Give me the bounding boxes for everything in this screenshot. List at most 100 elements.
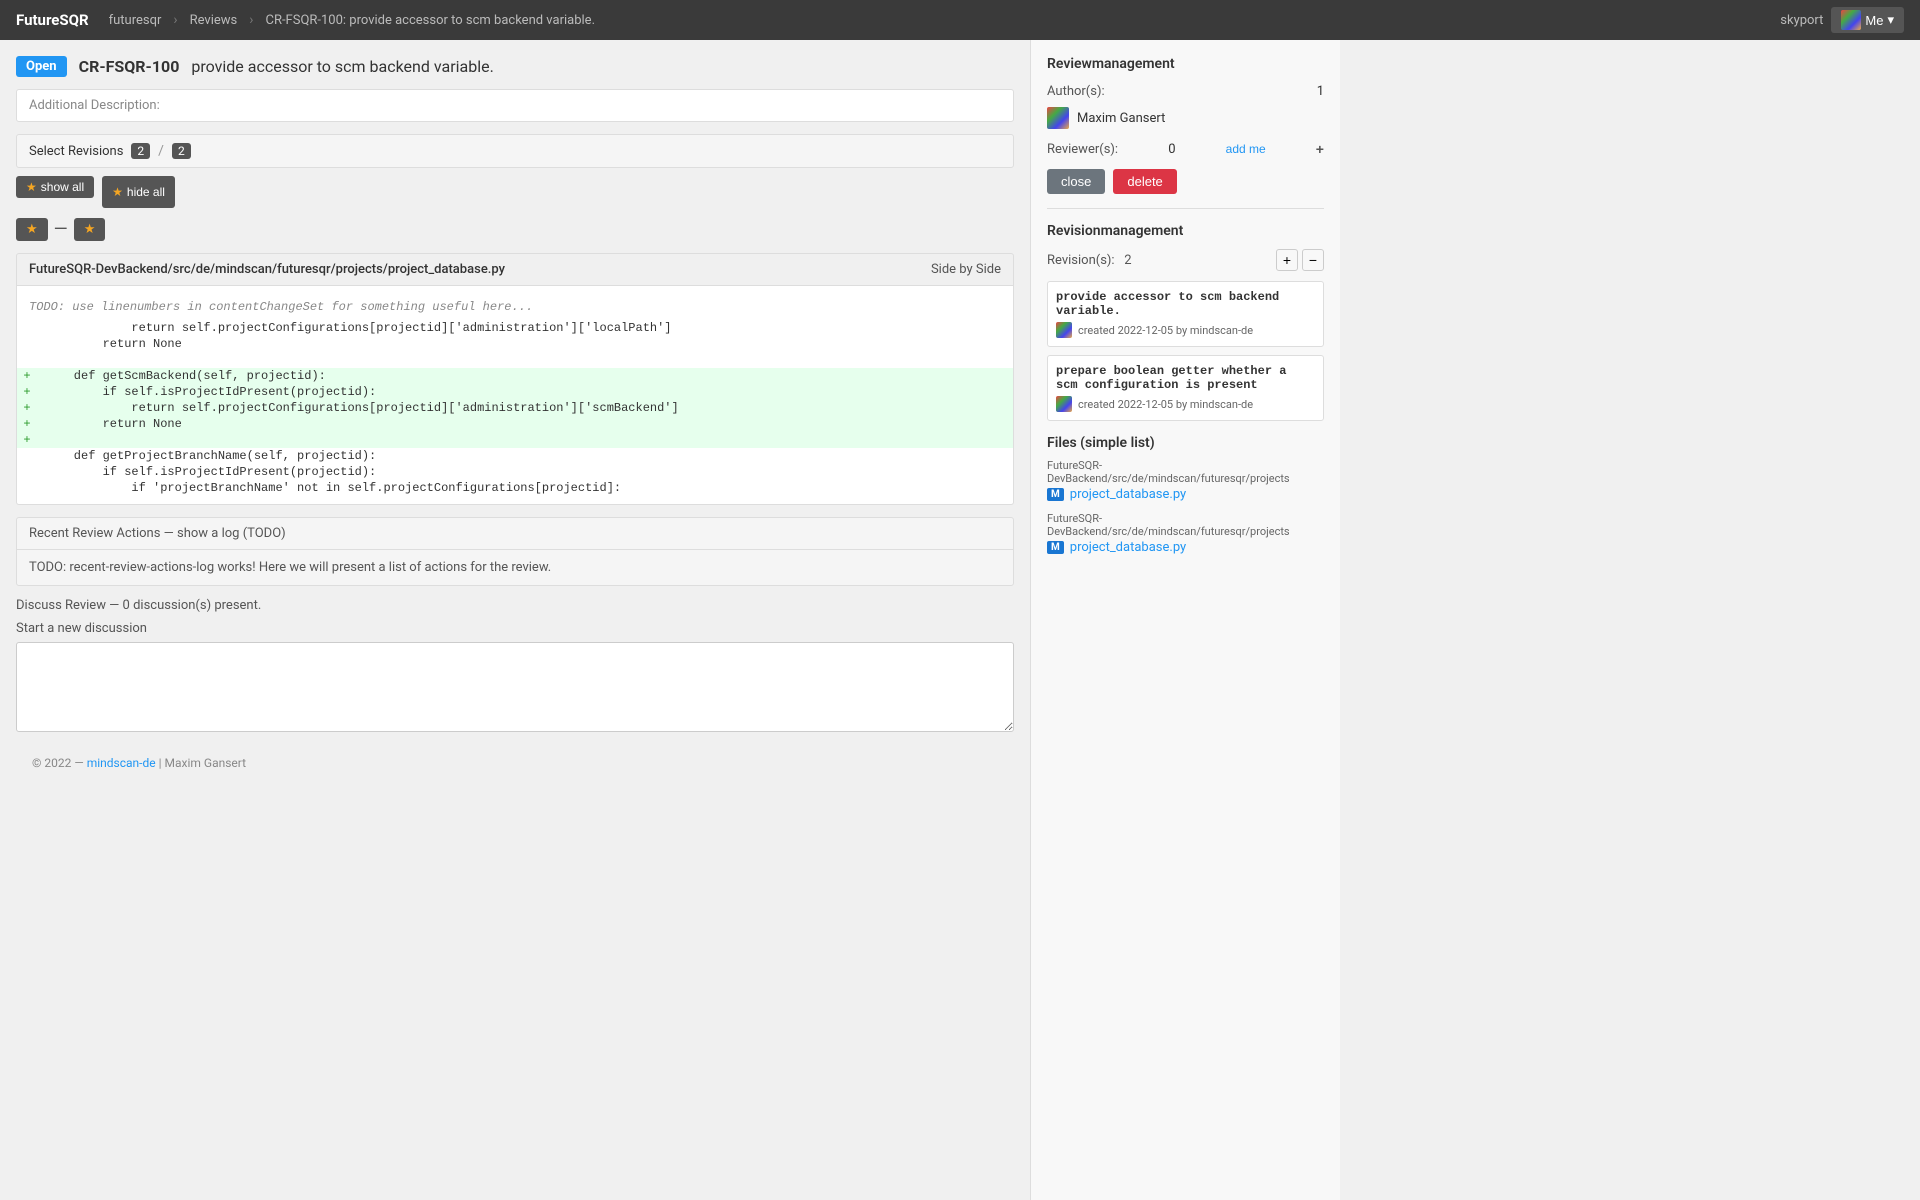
revision-2-avatar-icon [1056, 396, 1072, 412]
revisions-header-row: Revision(s): 2 + − [1047, 249, 1324, 271]
authors-row: Author(s): 1 [1047, 84, 1324, 99]
revision-chip-1[interactable]: ★ [16, 218, 48, 241]
navbar-link-home[interactable]: futuresqr [109, 13, 162, 28]
revision-2-meta: created 2022-12-05 by mindscan-de [1056, 396, 1315, 412]
author-name: Maxim Gansert [1077, 111, 1165, 126]
file-2-name[interactable]: M project_database.py [1047, 540, 1324, 555]
reviewmanagement-section: Reviewmanagement Author(s): 1 Maxim Gans… [1047, 56, 1324, 194]
revision-chips: ★ — ★ [16, 218, 1014, 241]
revision-1-meta: created 2022-12-05 by mindscan-de [1056, 322, 1315, 338]
file-item-2: FutureSQR-DevBackend/src/de/mindscan/fut… [1047, 512, 1324, 555]
author-avatar-icon [1047, 107, 1069, 129]
code-line [17, 352, 1013, 368]
recent-actions-body: TODO: recent-review-actions-log works! H… [17, 550, 1013, 585]
recent-actions-section: Recent Review Actions — show a log (TODO… [16, 517, 1014, 586]
add-me-button[interactable]: add me [1226, 142, 1266, 156]
add-revision-button[interactable]: + [1276, 249, 1298, 271]
footer-author: | Maxim Gansert [159, 756, 246, 770]
sidebar: Reviewmanagement Author(s): 1 Maxim Gans… [1030, 40, 1340, 1200]
close-button[interactable]: close [1047, 169, 1105, 194]
revision-1-avatar-icon [1056, 322, 1072, 338]
authors-count: 1 [1317, 84, 1324, 99]
reviewers-row: Reviewer(s): 0 add me + [1047, 141, 1324, 157]
main-layout: Open CR-FSQR-100 provide accessor to scm… [0, 40, 1920, 1200]
add-reviewer-button[interactable]: + [1316, 141, 1324, 157]
navbar-user: skyport [1780, 13, 1823, 28]
footer-copyright: © 2022 — [32, 756, 84, 770]
discuss-textarea[interactable] [16, 642, 1014, 732]
file-1-path: FutureSQR-DevBackend/src/de/mindscan/fut… [1047, 459, 1324, 485]
star-icon-2: ★ [112, 185, 123, 199]
discuss-section: Discuss Review — 0 discussion(s) present… [16, 598, 1014, 736]
additional-description: Additional Description: [16, 89, 1014, 122]
file-diff-container: FutureSQR-DevBackend/src/de/mindscan/fut… [16, 253, 1014, 505]
file-1-name[interactable]: M project_database.py [1047, 487, 1324, 502]
reviewmanagement-title: Reviewmanagement [1047, 56, 1324, 72]
file-1-type-badge: M [1047, 488, 1064, 501]
navbar-brand[interactable]: FutureSQR [16, 11, 89, 29]
revisions-total-badge: 2 [172, 143, 191, 159]
code-line: return self.projectConfigurations[projec… [17, 320, 1013, 336]
authors-label: Author(s): [1047, 84, 1105, 99]
sidebar-divider [1047, 208, 1324, 209]
star-icon: ★ [26, 180, 37, 194]
discuss-new-label: Start a new discussion [16, 621, 1014, 636]
revision-add-remove-buttons: + − [1276, 249, 1324, 271]
revision-dash: — [54, 219, 68, 240]
delete-button[interactable]: delete [1113, 169, 1176, 194]
select-revisions-bar: Select Revisions 2 / 2 [16, 134, 1014, 168]
chip-star-icon-1: ★ [26, 222, 38, 237]
revision-chip-2[interactable]: ★ [74, 218, 106, 241]
remove-revision-button[interactable]: − [1302, 249, 1324, 271]
me-button[interactable]: Me ▾ [1831, 7, 1904, 33]
navbar: FutureSQR futuresqr › Reviews › CR-FSQR-… [0, 0, 1920, 40]
author-row: Maxim Gansert [1047, 107, 1324, 129]
recent-actions-header: Recent Review Actions — show a log (TODO… [17, 518, 1013, 550]
discuss-header: Discuss Review — 0 discussion(s) present… [16, 598, 1014, 613]
content-area: Open CR-FSQR-100 provide accessor to scm… [0, 40, 1030, 1200]
revisionmanagement-title: Revisionmanagement [1047, 223, 1324, 239]
revisions-sep: / [158, 143, 164, 159]
navbar-link-cr[interactable]: CR-FSQR-100: provide accessor to scm bac… [265, 13, 595, 28]
code-line: return None [17, 336, 1013, 352]
status-badge: Open [16, 56, 67, 77]
files-title: Files (simple list) [1047, 435, 1324, 451]
review-header: Open CR-FSQR-100 provide accessor to scm… [16, 56, 1014, 77]
review-id: CR-FSQR-100 [79, 57, 180, 76]
revision-item-2: prepare boolean getter whether a scm con… [1047, 355, 1324, 421]
revisions-label: Revision(s): 2 [1047, 253, 1132, 268]
code-line-added: + if self.isProjectIdPresent(projectid): [17, 384, 1013, 400]
navbar-link-reviews[interactable]: Reviews [190, 13, 238, 28]
code-line: if 'projectBranchName' not in self.proje… [17, 480, 1013, 496]
code-line-added: + return None [17, 416, 1013, 432]
navbar-right: skyport Me ▾ [1780, 7, 1904, 33]
show-all-label: show all [41, 180, 84, 194]
show-all-button[interactable]: ★ show all [16, 176, 94, 198]
file-header: FutureSQR-DevBackend/src/de/mindscan/fut… [16, 253, 1014, 286]
additional-desc-label: Additional Description: [29, 98, 160, 113]
revisionmanagement-section: Revisionmanagement Revision(s): 2 + − pr… [1047, 223, 1324, 421]
page-footer: © 2022 — mindscan-de | Maxim Gansert [16, 748, 1014, 778]
revision-toggle-buttons: ★ show all ★ hide all [16, 176, 1014, 208]
code-line: def getProjectBranchName(self, projectid… [17, 448, 1013, 464]
side-by-side-link[interactable]: Side by Side [931, 262, 1001, 277]
chip-star-icon-2: ★ [84, 222, 96, 237]
code-block: TODO: use linenumbers in contentChangeSe… [16, 286, 1014, 505]
revisions-count-badge: 2 [131, 143, 150, 159]
revision-item-1: provide accessor to scm backend variable… [1047, 281, 1324, 347]
dropdown-arrow-icon: ▾ [1887, 12, 1894, 28]
file-2-path: FutureSQR-DevBackend/src/de/mindscan/fut… [1047, 512, 1324, 538]
footer-link[interactable]: mindscan-de [87, 756, 156, 770]
code-line-added: + return self.projectConfigurations[proj… [17, 400, 1013, 416]
revision-1-title: provide accessor to scm backend variable… [1056, 290, 1315, 318]
file-2-type-badge: M [1047, 541, 1064, 554]
hide-all-button[interactable]: ★ hide all [102, 176, 175, 208]
select-revisions-label: Select Revisions [29, 144, 123, 159]
reviewers-label: Reviewer(s): [1047, 142, 1118, 157]
files-section: Files (simple list) FutureSQR-DevBackend… [1047, 435, 1324, 555]
file-item-1: FutureSQR-DevBackend/src/de/mindscan/fut… [1047, 459, 1324, 502]
code-line: if self.isProjectIdPresent(projectid): [17, 464, 1013, 480]
me-label: Me [1865, 13, 1883, 28]
code-line-added: + def getScmBackend(self, projectid): [17, 368, 1013, 384]
review-title: provide accessor to scm backend variable… [191, 57, 493, 76]
